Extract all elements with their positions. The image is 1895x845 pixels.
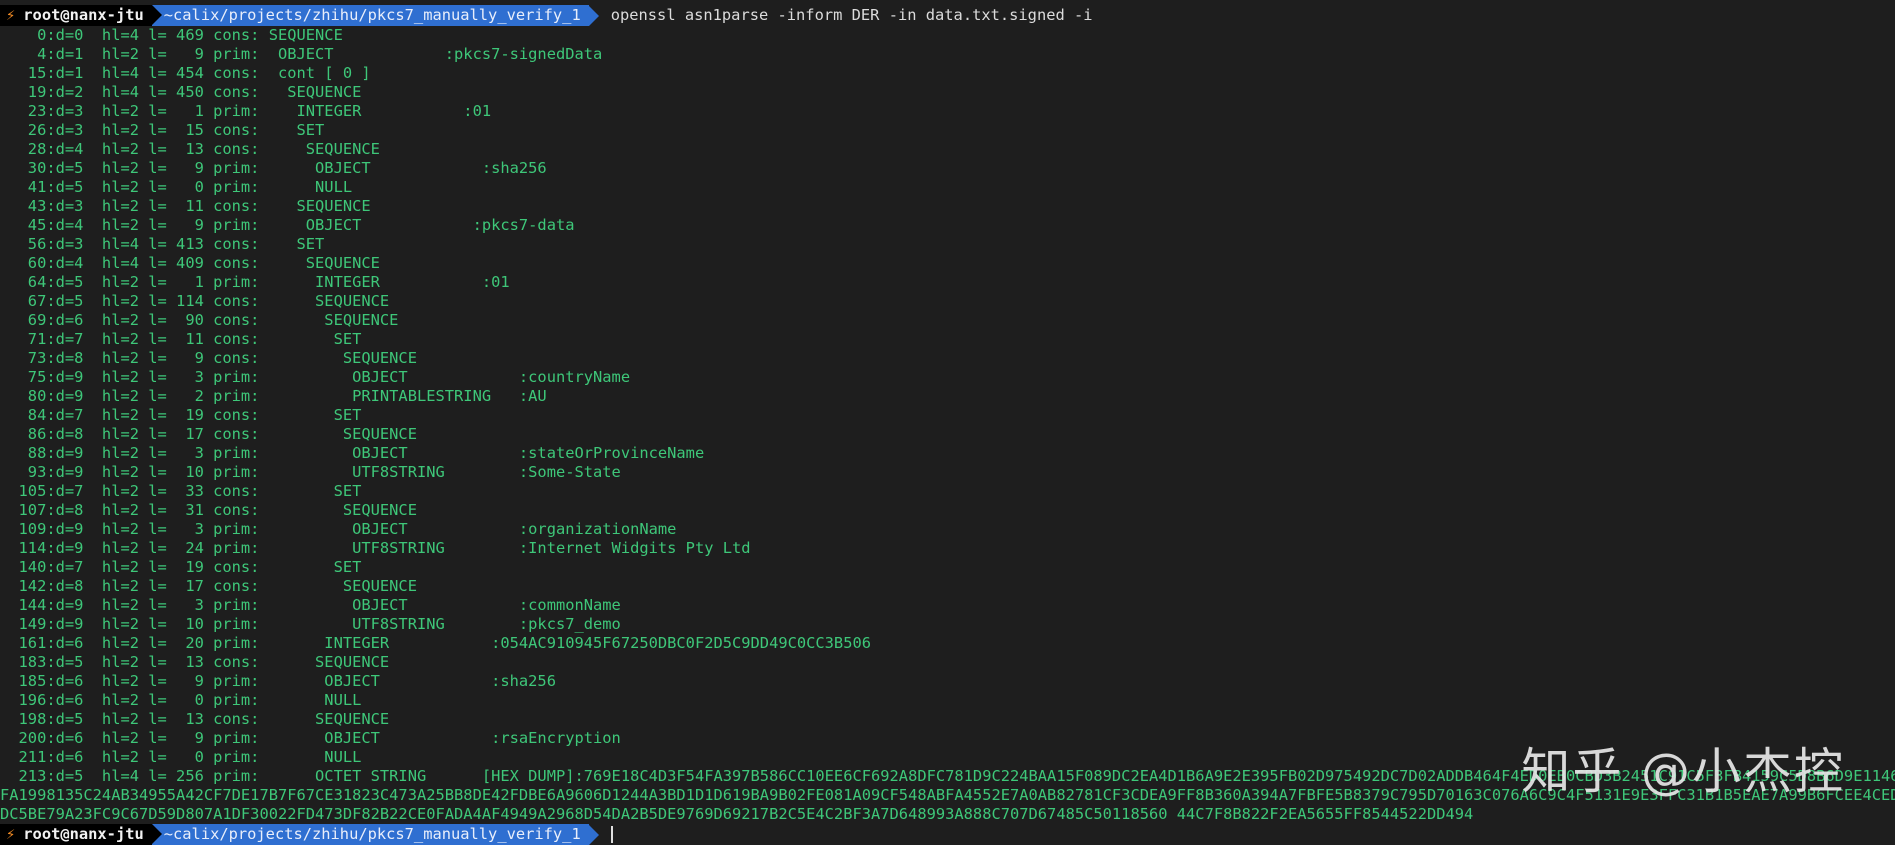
lightning-bolt-icon: ⚡ [6,6,16,24]
output-line: 196:d=6 hl=2 l= 0 prim: NULL [0,691,362,709]
powerline-separator-icon [588,5,599,26]
output-line: 161:d=6 hl=2 l= 20 prim: INTEGER :054AC9… [0,634,871,652]
output-line: 0:d=0 hl=4 l= 469 cons: SEQUENCE [0,26,343,44]
output-line: 71:d=7 hl=2 l= 11 cons: SET [0,330,362,348]
output-line: 73:d=8 hl=2 l= 9 cons: SEQUENCE [0,349,417,367]
output-line: 144:d=9 hl=2 l= 3 prim: OBJECT :commonNa… [0,596,621,614]
prompt-path: ~calix/projects/zhihu/pkcs7_manually_ver… [163,825,581,843]
command-text: openssl asn1parse -inform DER -in data.t… [610,6,1093,24]
output-line: 142:d=8 hl=2 l= 17 cons: SEQUENCE [0,577,417,595]
output-line: 198:d=5 hl=2 l= 13 cons: SEQUENCE [0,710,390,728]
output-line: 15:d=1 hl=4 l= 454 cons: cont [ 0 ] [0,64,371,82]
prompt-path-segment: ~calix/projects/zhihu/pkcs7_manually_ver… [151,5,589,26]
output-line: 84:d=7 hl=2 l= 19 cons: SET [0,406,362,424]
output-line: 75:d=9 hl=2 l= 3 prim: OBJECT :countryNa… [0,368,631,386]
output-line: 80:d=9 hl=2 l= 2 prim: PRINTABLESTRING :… [0,387,547,405]
text-cursor[interactable] [610,826,613,843]
output-line: 4:d=1 hl=2 l= 9 prim: OBJECT :pkcs7-sign… [0,45,603,63]
powerline-separator-icon [151,5,162,25]
zhihu-watermark: 知乎 @小杰控 [1521,743,1845,800]
output-line: 88:d=9 hl=2 l= 3 prim: OBJECT :stateOrPr… [0,444,705,462]
output-line: 56:d=3 hl=4 l= 413 cons: SET [0,235,325,253]
terminal-window[interactable]: ⚡ root@nanx-jtu ~calix/projects/zhihu/pk… [0,0,1895,845]
lightning-bolt-icon: ⚡ [6,825,16,843]
output-line: 19:d=2 hl=4 l= 450 cons: SEQUENCE [0,83,362,101]
prompt-user-host: root@nanx-jtu [23,825,144,843]
powerline-separator-icon [588,824,599,845]
output-line: 185:d=6 hl=2 l= 9 prim: OBJECT :sha256 [0,672,556,690]
output-line: 67:d=5 hl=2 l= 114 cons: SEQUENCE [0,292,390,310]
output-line: 28:d=4 hl=2 l= 13 cons: SEQUENCE [0,140,380,158]
prompt-user-segment: ⚡ root@nanx-jtu [0,5,152,26]
output-line: 183:d=5 hl=2 l= 13 cons: SEQUENCE [0,653,390,671]
hex-dump-line: DC5BE79A23FC9C67D59D807A1DF30022FD473DF8… [0,805,1474,823]
output-line: 107:d=8 hl=2 l= 31 cons: SEQUENCE [0,501,417,519]
command-prompt-line-active[interactable]: ⚡ root@nanx-jtu ~calix/projects/zhihu/pk… [0,824,1895,845]
output-line: 41:d=5 hl=2 l= 0 prim: NULL [0,178,353,196]
prompt-user-segment: ⚡ root@nanx-jtu [0,824,152,845]
output-line: 60:d=4 hl=4 l= 409 cons: SEQUENCE [0,254,380,272]
output-line: 93:d=9 hl=2 l= 10 prim: UTF8STRING :Some… [0,463,621,481]
prompt-path: ~calix/projects/zhihu/pkcs7_manually_ver… [163,6,581,24]
output-line: 45:d=4 hl=2 l= 9 prim: OBJECT :pkcs7-dat… [0,216,575,234]
output-line: 43:d=3 hl=2 l= 11 cons: SEQUENCE [0,197,371,215]
output-line: 105:d=7 hl=2 l= 33 cons: SET [0,482,362,500]
output-line: 86:d=8 hl=2 l= 17 cons: SEQUENCE [0,425,417,443]
output-line: 140:d=7 hl=2 l= 19 cons: SET [0,558,362,576]
prompt-user-host: root@nanx-jtu [23,6,144,24]
command-prompt-line: ⚡ root@nanx-jtu ~calix/projects/zhihu/pk… [0,5,1895,26]
prompt-path-segment: ~calix/projects/zhihu/pkcs7_manually_ver… [151,824,589,845]
output-line: 30:d=5 hl=2 l= 9 prim: OBJECT :sha256 [0,159,547,177]
output-line: 149:d=9 hl=2 l= 10 prim: UTF8STRING :pkc… [0,615,621,633]
output-line: 109:d=9 hl=2 l= 3 prim: OBJECT :organiza… [0,520,677,538]
output-line: 69:d=6 hl=2 l= 90 cons: SEQUENCE [0,311,399,329]
powerline-separator-icon [151,824,162,844]
output-line: 114:d=9 hl=2 l= 24 prim: UTF8STRING :Int… [0,539,751,557]
output-line: 64:d=5 hl=2 l= 1 prim: INTEGER :01 [0,273,510,291]
output-line: 23:d=3 hl=2 l= 1 prim: INTEGER :01 [0,102,492,120]
command-output: 0:d=0 hl=4 l= 469 cons: SEQUENCE 4:d=1 h… [0,26,1895,824]
output-line: 26:d=3 hl=2 l= 15 cons: SET [0,121,325,139]
